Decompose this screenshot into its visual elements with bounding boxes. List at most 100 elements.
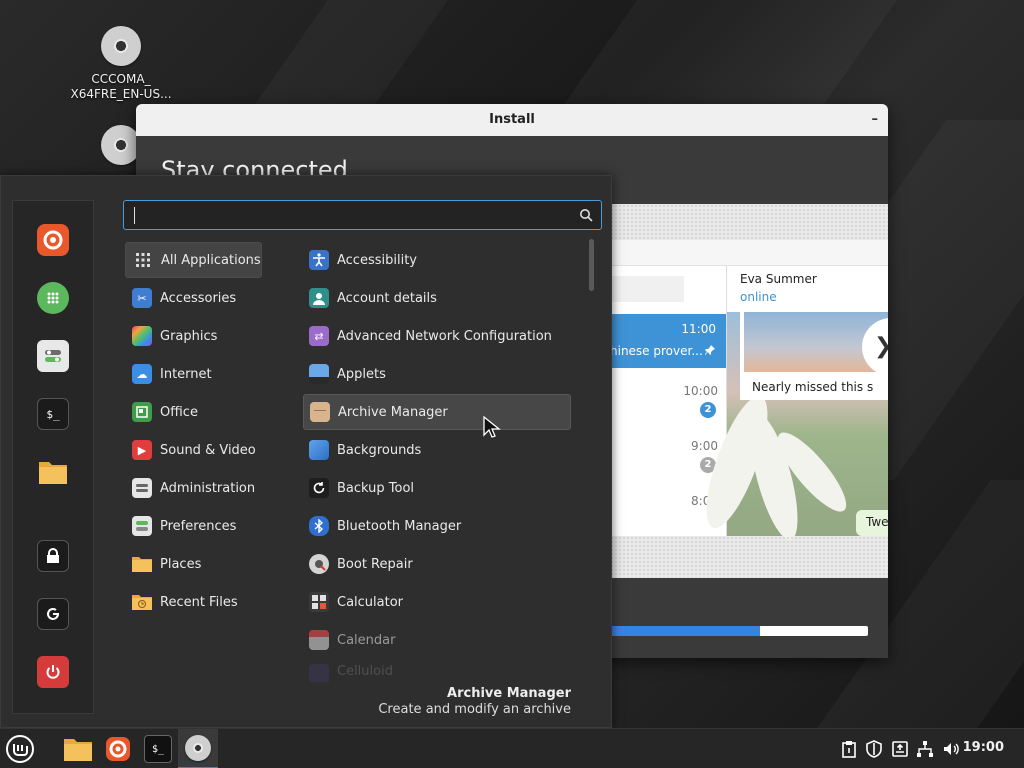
logout-icon (47, 608, 59, 620)
chat-topbar (610, 240, 888, 266)
search-input[interactable] (130, 205, 570, 225)
power-icon (46, 665, 60, 679)
app-calculator[interactable]: Calculator (303, 584, 571, 620)
category-all-applications[interactable]: All Applications (125, 242, 262, 278)
play-icon: ▶ (132, 440, 152, 460)
account-icon (309, 288, 329, 308)
boot-repair-icon (309, 554, 329, 574)
photo-caption: Nearly missed this s (752, 380, 874, 394)
taskbar-terminal[interactable]: $_ (138, 729, 178, 768)
files-icon (64, 739, 92, 761)
app-label: Bluetooth Manager (337, 518, 462, 534)
category-label: Sound & Video (160, 442, 256, 458)
office-icon (132, 402, 152, 422)
favorite-lock-screen[interactable] (37, 540, 69, 572)
favorite-files[interactable] (37, 456, 69, 488)
firefox-icon (43, 230, 63, 250)
app-list-scrollbar[interactable] (589, 239, 594, 291)
lock-screen-icon (47, 548, 59, 563)
app-celluloid[interactable]: Celluloid (303, 660, 571, 682)
shield-icon[interactable] (865, 740, 883, 758)
app-boot-repair[interactable]: Boot Repair (303, 546, 571, 582)
install-progress-fill (610, 626, 760, 636)
minimize-button[interactable]: – (872, 104, 879, 136)
network-icon[interactable] (916, 740, 934, 758)
taskbar-files[interactable] (58, 729, 98, 768)
terminal-icon: $_ (46, 407, 60, 421)
favorite-software-manager[interactable] (37, 282, 69, 314)
favorite-power[interactable] (37, 656, 69, 688)
favorites-column: $_ (12, 200, 94, 714)
firefox-icon (106, 737, 130, 761)
app-advanced-network-configuration[interactable]: ⇄ Advanced Network Configuration (303, 318, 571, 354)
taskbar-installer[interactable] (178, 729, 218, 768)
app-archive-manager[interactable]: Archive Manager (303, 394, 571, 430)
menu-button[interactable] (0, 729, 40, 768)
terminal-icon: $_ (144, 735, 172, 763)
calculator-icon (309, 592, 329, 612)
accessibility-icon (309, 250, 329, 270)
linux-mint-logo-icon (6, 735, 34, 763)
favorite-firefox[interactable] (37, 224, 69, 256)
category-recent-files[interactable]: Recent Files (125, 584, 262, 620)
app-accessibility[interactable]: Accessibility (303, 242, 571, 278)
chat-selected-row: 11:00 hinese prover... (610, 314, 726, 368)
clock[interactable]: 19:00 (963, 740, 1004, 755)
search-field[interactable] (123, 200, 602, 230)
favorite-terminal[interactable]: $_ (37, 398, 69, 430)
app-label: Celluloid (337, 664, 393, 679)
desktop-icon-label: CCCOMA_ (91, 72, 151, 86)
calendar-icon (309, 630, 329, 650)
contact-status: online (740, 290, 777, 304)
desktop-icon-disc[interactable]: CCCOMA_ X64FRE_EN-US... (66, 26, 176, 102)
backgrounds-icon (309, 440, 329, 460)
app-backgrounds[interactable]: Backgrounds (303, 432, 571, 468)
app-description-title: Archive Manager (447, 686, 571, 701)
chat-time: 11:00 (681, 322, 716, 336)
category-label: Administration (160, 480, 256, 496)
app-bluetooth-manager[interactable]: Bluetooth Manager (303, 508, 571, 544)
category-sound-video[interactable]: ▶ Sound & Video (125, 432, 262, 468)
category-label: Places (160, 556, 202, 572)
clipboard-icon[interactable] (840, 740, 858, 758)
unread-badge: 2 (700, 402, 716, 418)
grid-icon (133, 250, 153, 270)
desktop-icon-label-line2: X64FRE_EN-US... (70, 87, 172, 101)
application-menu: $_ All Applications ✂ Accessories Graphi… (0, 175, 612, 728)
updates-icon[interactable] (891, 740, 909, 758)
chat-time: 9:00 (691, 439, 718, 453)
install-title: Install (489, 112, 535, 127)
category-administration[interactable]: Administration (125, 470, 262, 506)
category-preferences[interactable]: Preferences (125, 508, 262, 544)
slideshow: 11:00 hinese prover... 10:00 2 9:00 2 8:… (610, 204, 888, 578)
chat-time: 10:00 (683, 384, 718, 398)
category-places[interactable]: Places (125, 546, 262, 582)
category-label: Office (160, 404, 198, 420)
category-office[interactable]: Office (125, 394, 262, 430)
app-label: Calculator (337, 594, 404, 610)
app-description-text: Create and modify an archive (378, 702, 571, 717)
volume-icon[interactable] (942, 740, 960, 758)
taskbar: $_ 19:00 (0, 728, 1024, 768)
network-config-icon: ⇄ (309, 326, 329, 346)
admin-icon (132, 478, 152, 498)
app-label: Boot Repair (337, 556, 413, 572)
app-backup-tool[interactable]: Backup Tool (303, 470, 571, 506)
app-account-details[interactable]: Account details (303, 280, 571, 316)
category-label: Preferences (160, 518, 237, 534)
category-accessories[interactable]: ✂ Accessories (125, 280, 262, 316)
category-internet[interactable]: ☁ Internet (125, 356, 262, 392)
app-applets[interactable]: Applets (303, 356, 571, 392)
system-settings-icon (45, 350, 61, 362)
install-titlebar[interactable]: Install – (136, 104, 888, 136)
taskbar-firefox[interactable] (98, 729, 138, 768)
app-label: Advanced Network Configuration (337, 328, 552, 344)
favorite-logout[interactable] (37, 598, 69, 630)
disc-icon (101, 125, 141, 165)
celluloid-icon (309, 664, 329, 682)
app-calendar[interactable]: Calendar (303, 622, 571, 658)
category-label: Graphics (160, 328, 218, 344)
category-graphics[interactable]: Graphics (125, 318, 262, 354)
category-label: Recent Files (160, 594, 238, 610)
favorite-system-settings[interactable] (37, 340, 69, 372)
